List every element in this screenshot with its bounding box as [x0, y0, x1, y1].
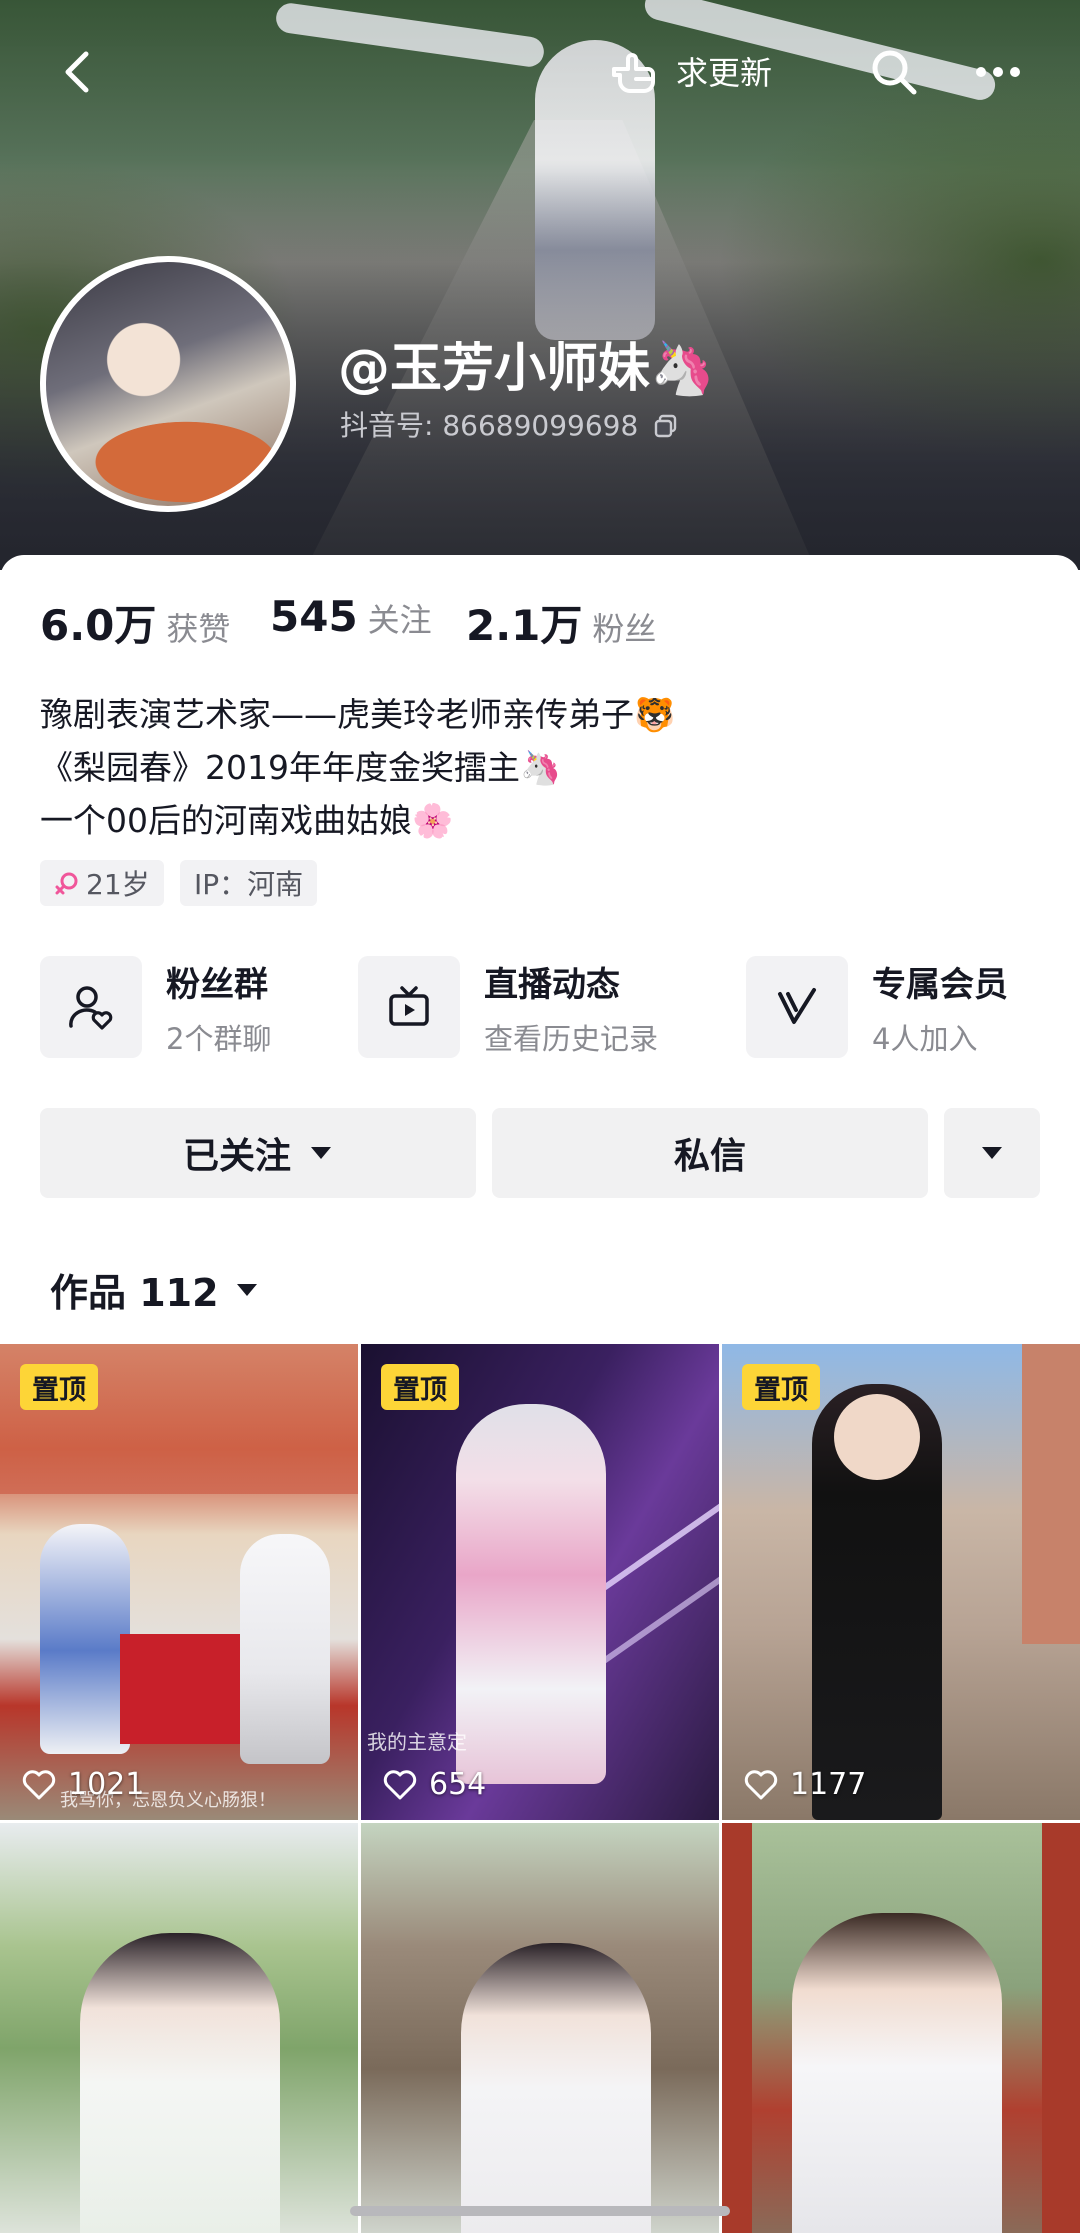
pavilion-pillar [722, 1823, 752, 2233]
stat-label: 关注 [367, 601, 432, 639]
douyin-id: 抖音号: 86689099698 [340, 404, 679, 444]
works-label: 作品 112 [50, 1271, 219, 1315]
pavilion-pillar [1042, 1823, 1080, 2233]
avatar[interactable] [40, 256, 296, 512]
stat-value: 6.0万 [40, 601, 157, 650]
feature-title: 直播动态 [484, 964, 620, 1005]
following-label: 已关注 [182, 1136, 291, 1177]
video-caption: 我的主意定 [367, 1730, 467, 1754]
fan-group-icon [69, 986, 113, 1030]
heart-icon [744, 1769, 778, 1799]
request-update-button[interactable]: 求更新 [600, 28, 848, 114]
female-icon [55, 872, 78, 895]
back-arrow-icon [65, 51, 89, 93]
home-indicator [350, 2206, 730, 2216]
caret-down-icon [982, 1147, 1002, 1159]
performer-figure [240, 1534, 330, 1764]
username: @玉芳小师妹🦄 [338, 339, 715, 399]
stat-value: 2.1万 [466, 601, 583, 650]
caret-down-icon [236, 1283, 257, 1296]
pinned-badge: 置顶 [20, 1364, 98, 1410]
performer-face [834, 1394, 920, 1480]
performer-figure [40, 1524, 130, 1754]
performer-figure [461, 1943, 651, 2233]
video-tile[interactable] [0, 1823, 358, 2233]
request-update-label: 求更新 [676, 54, 773, 92]
video-tile[interactable]: 置顶 1177 [722, 1344, 1080, 1820]
feature-title: 粉丝群 [166, 964, 268, 1005]
feature-subtitle: 查看历史记录 [484, 1021, 659, 1056]
following-button[interactable]: 已关注 [40, 1108, 476, 1198]
live-tv-icon [389, 986, 429, 1026]
bio-line-3: 一个00后的河南戏曲姑娘🌸 [40, 801, 454, 840]
message-label: 私信 [673, 1136, 746, 1177]
caret-down-icon [311, 1147, 331, 1159]
stat-followers[interactable]: 2.1万 粉丝 [466, 592, 656, 653]
heart-icon [22, 1769, 56, 1799]
member-icon-box [746, 956, 848, 1058]
douyin-id-text: 抖音号: 86689099698 [340, 409, 639, 442]
stage-light [590, 1455, 719, 1599]
likes-count: 1177 [744, 1767, 866, 1802]
age-text: 21岁 [86, 868, 150, 901]
performer-figure [792, 1913, 1002, 2233]
fan-group-icon-box [40, 956, 142, 1058]
fan-group-entry[interactable]: 粉丝群 2个群聊 [40, 956, 271, 1058]
search-icon [872, 50, 917, 95]
video-tile[interactable]: 置顶 我骂你，忘恩负义心肠狠！ 1021 [0, 1344, 358, 1820]
search-button[interactable] [856, 34, 932, 110]
ip-text: IP：河南 [194, 868, 304, 901]
pointing-hand-icon [612, 53, 655, 93]
likes-number: 1177 [790, 1767, 867, 1802]
heart-icon [383, 1769, 417, 1799]
likes-number: 1021 [68, 1767, 145, 1802]
building [1022, 1344, 1080, 1644]
member-entry[interactable]: 专属会员 4人加入 [746, 956, 1008, 1058]
live-icon-box [358, 956, 460, 1058]
pinned-badge: 置顶 [742, 1364, 820, 1410]
video-tile[interactable]: 置顶 我的主意定 654 [361, 1344, 719, 1820]
stat-following[interactable]: 545 关注 [270, 592, 432, 641]
video-tile[interactable] [361, 1823, 719, 2233]
performer-figure [456, 1404, 606, 1784]
more-button[interactable] [960, 34, 1036, 110]
more-actions-button[interactable] [944, 1108, 1040, 1198]
bio-line-2: 《梨园春》2019年年度金奖擂主🦄 [40, 748, 562, 787]
video-tile[interactable] [722, 1823, 1080, 2233]
back-button[interactable] [40, 34, 116, 110]
stat-label: 获赞 [166, 610, 231, 648]
feature-subtitle: 2个群聊 [166, 1021, 272, 1056]
member-v-icon [778, 988, 816, 1024]
stat-label: 粉丝 [592, 610, 657, 648]
stat-value: 545 [270, 592, 358, 641]
copy-icon[interactable] [653, 413, 679, 439]
likes-count: 1021 [22, 1767, 144, 1802]
pinned-badge: 置顶 [381, 1364, 459, 1410]
likes-count: 654 [383, 1767, 486, 1802]
feature-subtitle: 4人加入 [872, 1021, 978, 1056]
works-tab[interactable]: 作品 112 [50, 1262, 259, 1317]
likes-number: 654 [429, 1767, 487, 1802]
live-history-entry[interactable]: 直播动态 查看历史记录 [358, 956, 658, 1058]
stage-table [120, 1634, 240, 1744]
performer-figure [80, 1933, 280, 2233]
more-dots-icon [976, 67, 1020, 77]
age-tag: 21岁 [40, 860, 164, 906]
bio-line-1: 豫剧表演艺术家——虎美玲老师亲传弟子🐯 [40, 695, 676, 734]
ip-tag: IP：河南 [180, 860, 318, 906]
stat-likes[interactable]: 6.0万 获赞 [40, 592, 230, 653]
feature-title: 专属会员 [872, 964, 1008, 1005]
message-button[interactable]: 私信 [492, 1108, 928, 1198]
